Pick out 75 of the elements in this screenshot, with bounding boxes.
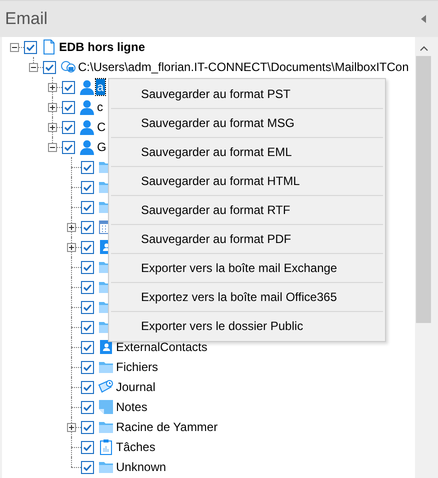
tree-item-label[interactable]: C:\Users\adm_florian.IT-CONNECT\Documents\MailboxITCon — [77, 59, 410, 75]
user-icon — [79, 139, 95, 155]
checkbox[interactable] — [81, 180, 94, 194]
menu-item[interactable]: Sauvegarder au format RTF — [109, 196, 385, 224]
expand-toggle[interactable] — [48, 82, 57, 92]
collapse-toggle[interactable] — [29, 62, 38, 72]
menu-item[interactable]: Sauvegarder au format PDF — [109, 225, 385, 253]
checkbox[interactable] — [62, 100, 75, 114]
tree-item-label[interactable]: Journal — [115, 379, 156, 395]
tree-item-label[interactable]: c — [96, 99, 104, 115]
checkbox[interactable] — [81, 380, 94, 394]
menu-item[interactable]: Sauvegarder au format MSG — [109, 109, 385, 137]
checkbox[interactable] — [81, 420, 94, 434]
checkbox[interactable] — [81, 300, 94, 314]
folder-icon — [98, 419, 114, 435]
expand-toggle[interactable] — [67, 222, 76, 232]
folder-icon — [98, 459, 114, 475]
menu-item[interactable]: Exporter vers la boîte mail Exchange — [109, 254, 385, 282]
collapse-arrow-icon[interactable] — [421, 15, 426, 23]
menu-item[interactable]: Sauvegarder au format PST — [109, 80, 385, 108]
menu-item[interactable]: Sauvegarder au format HTML — [109, 167, 385, 195]
expand-toggle[interactable] — [48, 102, 57, 112]
checkbox[interactable] — [24, 40, 37, 54]
scrollbar-thumb[interactable] — [416, 56, 431, 323]
contact-card-icon — [98, 339, 114, 355]
tree-item-label[interactable]: G — [96, 139, 108, 155]
plus-icon — [68, 244, 75, 250]
journal-icon — [98, 379, 114, 395]
user-icon — [79, 99, 95, 115]
checkbox[interactable] — [81, 340, 94, 354]
collapse-toggle[interactable] — [10, 42, 19, 52]
folder-icon — [98, 359, 114, 375]
plus-icon — [68, 424, 75, 430]
note-icon — [98, 399, 114, 415]
menu-item[interactable]: Exportez vers la boîte mail Office365 — [109, 283, 385, 311]
plus-icon — [49, 104, 56, 110]
tree-item-label[interactable]: ExternalContacts — [115, 339, 208, 355]
expand-toggle[interactable] — [48, 122, 57, 132]
checkbox[interactable] — [81, 260, 94, 274]
user-icon — [79, 79, 95, 95]
user-icon — [79, 119, 95, 135]
tree-item-label[interactable]: a — [96, 79, 105, 95]
tree-item-label[interactable]: Tâches — [115, 439, 156, 455]
checkbox[interactable] — [81, 240, 94, 254]
plus-icon — [68, 224, 75, 230]
tree-item-label[interactable]: EDB hors ligne — [58, 39, 146, 55]
tree-item-label[interactable]: Unknown — [115, 459, 168, 475]
checkbox[interactable] — [62, 80, 75, 94]
checkbox[interactable] — [81, 400, 94, 414]
checkbox[interactable] — [81, 160, 94, 174]
tree-item-label[interactable]: Fichiers — [115, 359, 160, 375]
tree-item-label[interactable]: Racine de Yammer — [115, 419, 219, 435]
plus-icon — [49, 84, 56, 90]
checkbox[interactable] — [81, 360, 94, 374]
expand-toggle[interactable] — [67, 242, 76, 252]
panel-title: Email — [5, 8, 48, 30]
mailbox-icon — [60, 59, 76, 75]
collapse-toggle[interactable] — [48, 142, 57, 152]
clipboard-icon — [98, 439, 114, 455]
checkbox[interactable] — [43, 60, 56, 74]
menu-item[interactable]: Sauvegarder au format EML — [109, 138, 385, 166]
tree-item-label[interactable]: Notes — [115, 399, 148, 415]
plus-icon — [49, 124, 56, 130]
checkbox[interactable] — [81, 460, 94, 474]
checkbox[interactable] — [81, 440, 94, 454]
menu-item[interactable]: Exporter vers le dossier Public — [109, 312, 385, 340]
scroll-up-icon[interactable] — [420, 46, 428, 51]
checkbox[interactable] — [81, 200, 94, 214]
checkbox[interactable] — [62, 140, 75, 154]
checkbox[interactable] — [81, 280, 94, 294]
tree-item-label[interactable]: C — [96, 119, 107, 135]
checkbox[interactable] — [81, 220, 94, 234]
expand-toggle[interactable] — [67, 422, 76, 432]
checkbox[interactable] — [81, 320, 94, 334]
checkbox[interactable] — [62, 120, 75, 134]
